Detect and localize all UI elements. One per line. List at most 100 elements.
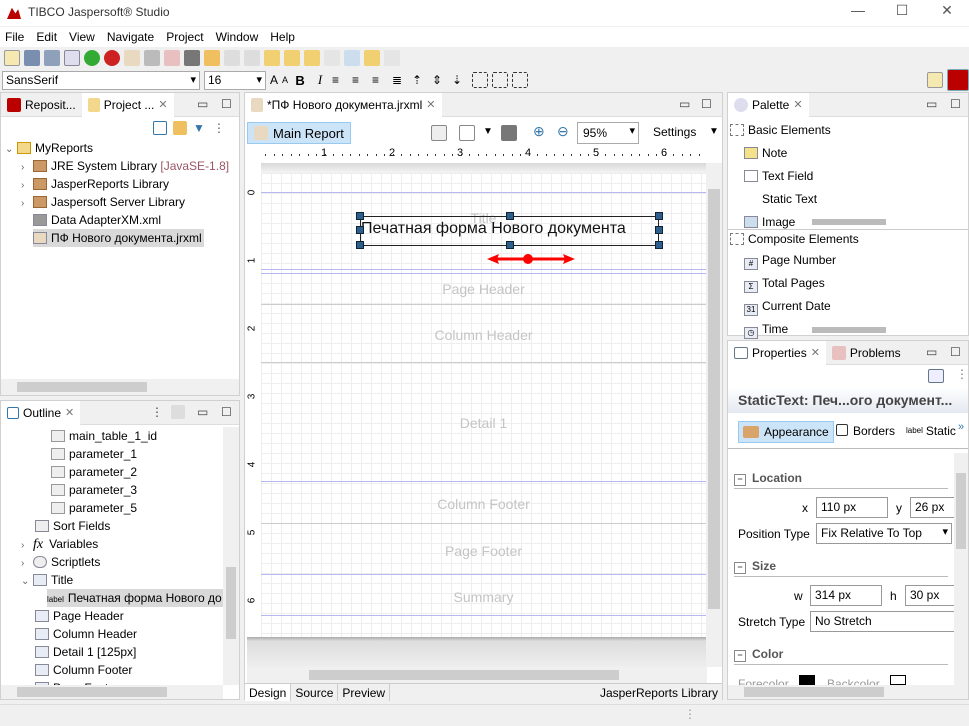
tab-properties[interactable]: Properties ✕ [728, 340, 826, 365]
tree-item-jre[interactable]: › JRE System Library [JavaSE-1.8] [21, 157, 229, 175]
jaspersoft-perspective-icon[interactable] [947, 69, 969, 91]
brush-icon[interactable] [204, 50, 220, 66]
minimize-view-icon[interactable]: ▭ [197, 405, 208, 419]
outline-item[interactable]: label Печатная форма Нового до [47, 589, 223, 607]
zoom-select[interactable]: 95% [577, 122, 639, 144]
tab-project-explorer[interactable]: Project ... ✕ [81, 92, 174, 117]
palette-item[interactable]: 31 Current Date [744, 297, 831, 316]
increase-font-icon[interactable]: A [270, 73, 278, 87]
compile-icon[interactable] [64, 50, 80, 66]
height-field[interactable]: 30 px [905, 585, 955, 606]
minimize-view-icon[interactable]: ▭ [926, 345, 937, 359]
datasets-icon[interactable] [431, 125, 447, 141]
horizontal-scrollbar[interactable] [247, 667, 707, 683]
x-field[interactable]: 110 px [816, 497, 888, 518]
zoom-in-icon[interactable]: ⊕ [533, 123, 545, 140]
section-color[interactable]: Color [734, 647, 783, 662]
tree-item-jasperreports[interactable]: › JasperReports Library [21, 175, 169, 193]
tab-outline[interactable]: Outline ✕ [1, 400, 81, 425]
align-left-icon[interactable]: ≡ [332, 73, 348, 87]
subtab-static[interactable]: label Static [906, 424, 956, 438]
vertical-scrollbar[interactable] [706, 163, 722, 667]
scroll-indicator[interactable] [812, 219, 886, 225]
forecolor-swatch[interactable] [799, 675, 815, 685]
pin-icon[interactable] [928, 369, 944, 383]
outline-item[interactable]: parameter_5 [51, 499, 137, 517]
main-report-button[interactable]: Main Report [247, 122, 351, 144]
maximize-view-icon[interactable]: ☐ [950, 345, 961, 359]
palette-item[interactable]: Static Text [744, 190, 817, 208]
close-tab-icon[interactable]: ✕ [811, 346, 820, 359]
outline-item[interactable]: Sort Fields [35, 517, 110, 535]
table-view-icon[interactable] [171, 405, 185, 419]
expand-chevron-icon[interactable]: ⌄ [21, 573, 33, 591]
maximize-button[interactable]: ☐ [880, 2, 924, 22]
settings-button[interactable]: Settings [653, 125, 696, 139]
new-report-icon[interactable] [124, 50, 140, 66]
stretch-type-select[interactable]: No Stretch [810, 611, 956, 632]
outline-item[interactable]: main_table_1_id [51, 427, 157, 445]
align-bottom-icon[interactable]: ⇣ [452, 73, 468, 87]
horizontal-scrollbar[interactable] [1, 379, 239, 395]
settings-dropdown-icon[interactable]: ▼ [709, 126, 719, 137]
link-editor-icon[interactable] [173, 121, 187, 135]
outline-item[interactable]: Page Header [35, 607, 124, 625]
design-canvas[interactable]: Title Печатная форма Нового документа Pa… [261, 173, 706, 637]
palette-group-composite[interactable]: Composite Elements [728, 229, 968, 247]
position-type-select[interactable]: Fix Relative To Top [816, 523, 952, 544]
new-icon[interactable] [4, 50, 20, 66]
band-page-footer[interactable]: Page Footer [261, 543, 706, 559]
import-icon[interactable] [224, 50, 240, 66]
tab-report-file[interactable]: *ПФ Нового документа.jrxml ✕ [245, 92, 442, 117]
band-page-header[interactable]: Page Header [261, 281, 706, 297]
maximize-view-icon[interactable]: ☐ [950, 97, 961, 111]
redo-icon[interactable] [384, 50, 400, 66]
horizontal-scrollbar[interactable] [1, 685, 223, 699]
palette-item[interactable]: # Page Number [744, 251, 836, 270]
palette-item[interactable]: Text Field [744, 167, 813, 185]
tree-item-server-library[interactable]: › Jaspersoft Server Library [21, 193, 185, 211]
outline-item[interactable]: Column Footer [35, 661, 132, 679]
font-family-select[interactable]: SansSerif [2, 70, 200, 90]
font-size-select[interactable]: 16 [204, 70, 266, 90]
section-location[interactable]: Location [734, 471, 802, 486]
outline-item[interactable]: parameter_3 [51, 481, 137, 499]
palette-group-basic[interactable]: Basic Elements [730, 121, 831, 139]
minimize-view-icon[interactable]: ▭ [926, 97, 937, 111]
padding-icon[interactable] [472, 72, 489, 88]
section-size[interactable]: Size [734, 559, 776, 574]
dropdown-arrow-icon[interactable]: ▼ [483, 126, 493, 137]
zoom-out-icon[interactable]: ⊖ [557, 123, 569, 140]
wizard-icon[interactable] [164, 50, 180, 66]
italic-button[interactable]: I [312, 72, 328, 88]
resize-arrow-icon[interactable] [485, 253, 577, 265]
next-edit-icon[interactable] [284, 50, 300, 66]
back-icon[interactable] [304, 50, 320, 66]
vertical-scrollbar[interactable] [223, 427, 239, 685]
server-icon[interactable] [184, 50, 200, 66]
palette-item[interactable]: ◷ Time [744, 320, 788, 339]
publish-icon[interactable] [501, 125, 517, 141]
tree-item-report-file[interactable]: ПФ Нового документа.jrxml [33, 229, 204, 247]
outline-item[interactable]: ⌄ Title [21, 571, 73, 589]
minimize-view-icon[interactable]: ▭ [197, 97, 208, 111]
tab-source[interactable]: Source [291, 684, 339, 701]
view-menu-icon[interactable]: ⋮ [956, 367, 968, 381]
tab-problems[interactable]: Problems [826, 341, 907, 365]
horizontal-scrollbar[interactable] [728, 685, 968, 699]
align-center-icon[interactable]: ≡ [352, 73, 368, 87]
close-tab-icon[interactable]: ✕ [158, 98, 167, 111]
save-icon[interactable] [24, 50, 40, 66]
menu-navigate[interactable]: Navigate [102, 27, 161, 47]
outline-item[interactable]: parameter_1 [51, 445, 137, 463]
tab-repository[interactable]: Reposit... [1, 93, 82, 117]
decrease-font-icon[interactable]: A [282, 75, 288, 85]
save-all-icon[interactable] [44, 50, 60, 66]
maximize-view-icon[interactable]: ☐ [221, 97, 232, 111]
forward-icon[interactable] [324, 50, 340, 66]
subtab-borders[interactable]: Borders [836, 424, 895, 438]
scroll-indicator[interactable] [812, 327, 886, 333]
tree-view-icon[interactable]: ⋮ [151, 405, 163, 419]
minimize-view-icon[interactable]: ▭ [679, 97, 690, 111]
vertical-scrollbar[interactable] [954, 453, 968, 685]
